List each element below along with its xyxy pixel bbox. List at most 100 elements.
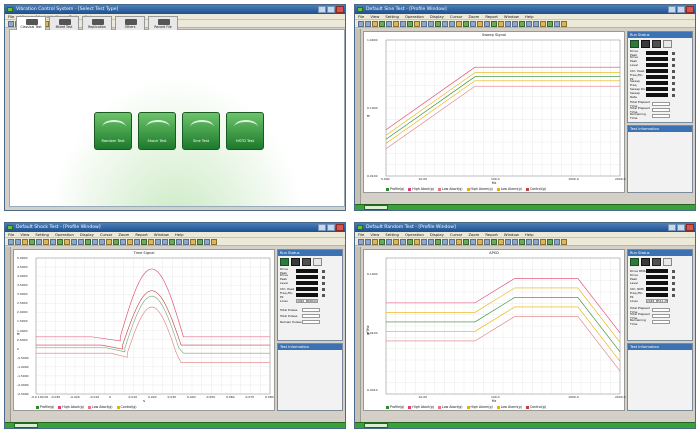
toolbar-icon[interactable] [533, 21, 539, 27]
toolbar-icon[interactable] [29, 239, 35, 245]
menu-item[interactable]: Help [525, 14, 534, 19]
adjust-icon[interactable] [672, 87, 675, 91]
legend-item[interactable]: High Abort(g) [58, 405, 84, 409]
legend-item[interactable]: Control(g) [116, 405, 137, 409]
legend-item[interactable]: Profile(g) [36, 405, 54, 409]
toolbar-icon[interactable] [414, 21, 420, 27]
minimize-button[interactable] [668, 224, 676, 231]
toolbar-icon[interactable] [561, 21, 567, 27]
toolbar-icon[interactable] [379, 21, 385, 27]
legend-item[interactable]: High Abort(g) [408, 187, 434, 191]
toolbar-icon[interactable] [435, 21, 441, 27]
menu-item[interactable]: Operation [55, 232, 74, 237]
toolbar-icon[interactable] [43, 239, 49, 245]
minimize-button[interactable] [318, 224, 326, 231]
maximize-button[interactable] [327, 224, 335, 231]
legend-item[interactable]: Control(g) [525, 187, 546, 191]
legend-item[interactable]: High Abort(g) [408, 405, 434, 409]
toolbar-icon[interactable] [477, 239, 483, 245]
toolbar-icon[interactable] [540, 21, 546, 27]
menu-item[interactable]: Window [504, 232, 519, 237]
menu-item[interactable]: Window [154, 232, 169, 237]
hstd-test-button[interactable]: HSTD Test [226, 112, 264, 150]
menu-item[interactable]: File [8, 232, 14, 237]
adjust-icon[interactable] [672, 51, 675, 55]
toolbar-icon[interactable] [428, 239, 434, 245]
toolbar-icon[interactable] [463, 239, 469, 245]
adjust-icon[interactable] [672, 57, 675, 61]
minimize-button[interactable] [318, 6, 326, 13]
menu-item[interactable]: Zoom [468, 232, 479, 237]
reset-button[interactable] [663, 258, 672, 266]
toolbar-icon[interactable] [372, 21, 378, 27]
menu-item[interactable]: View [370, 14, 379, 19]
menu-item[interactable]: File [358, 232, 364, 237]
toolbar-icon[interactable] [526, 21, 532, 27]
menu-item[interactable]: Report [135, 232, 148, 237]
window-tab[interactable] [14, 423, 38, 428]
toolbar-icon[interactable] [78, 239, 84, 245]
tab-classical-test[interactable]: Classical Test [16, 16, 46, 30]
toolbar-icon[interactable] [526, 239, 532, 245]
adjust-icon[interactable] [672, 275, 675, 279]
menu-item[interactable]: Cursor [100, 232, 112, 237]
pause-button[interactable] [652, 40, 661, 48]
legend-item[interactable]: High Alarm(g) [466, 187, 493, 191]
menu-item[interactable]: Report [485, 232, 498, 237]
adjust-icon[interactable] [672, 281, 675, 285]
toolbar-icon[interactable] [162, 239, 168, 245]
toolbar-icon[interactable] [442, 239, 448, 245]
toolbar-icon[interactable] [169, 239, 175, 245]
toolbar-icon[interactable] [64, 239, 70, 245]
adjust-icon[interactable] [672, 75, 675, 79]
toolbar-icon[interactable] [491, 239, 497, 245]
tab-replication[interactable]: Replication [82, 16, 112, 30]
adjust-icon[interactable] [322, 293, 325, 297]
window-tab[interactable] [364, 423, 388, 428]
toolbar-icon[interactable] [8, 239, 14, 245]
toolbar-icon[interactable] [456, 21, 462, 27]
menu-item[interactable]: Help [525, 232, 534, 237]
start-button[interactable] [630, 258, 639, 266]
toolbar-icon[interactable] [22, 239, 28, 245]
tab-others[interactable]: Others [115, 16, 145, 30]
toolbar-icon[interactable] [141, 239, 147, 245]
toolbar-icon[interactable] [512, 239, 518, 245]
toolbar-icon[interactable] [414, 239, 420, 245]
toolbar-icon[interactable] [372, 239, 378, 245]
menu-item[interactable]: View [20, 232, 29, 237]
start-button[interactable] [280, 258, 289, 266]
toolbar-icon[interactable] [484, 21, 490, 27]
menu-item[interactable]: Operation [405, 232, 424, 237]
sine-test-button[interactable]: Sine Test [182, 112, 220, 150]
toolbar-icon[interactable] [358, 239, 364, 245]
toolbar-icon[interactable] [92, 239, 98, 245]
toolbar-icon[interactable] [540, 239, 546, 245]
toolbar-icon[interactable] [449, 239, 455, 245]
menu-item[interactable]: Display [80, 232, 94, 237]
toolbar-icon[interactable] [183, 239, 189, 245]
toolbar-icon[interactable] [211, 239, 217, 245]
adjust-icon[interactable] [672, 69, 675, 73]
toolbar-icon[interactable] [57, 239, 63, 245]
adjust-icon[interactable] [322, 275, 325, 279]
toolbar-icon[interactable] [421, 239, 427, 245]
toolbar-icon[interactable] [547, 239, 553, 245]
close-button[interactable] [686, 6, 694, 13]
toolbar-icon[interactable] [190, 239, 196, 245]
toolbar-icon[interactable] [456, 239, 462, 245]
toolbar-icon[interactable] [561, 239, 567, 245]
toolbar-icon[interactable] [400, 21, 406, 27]
toolbar-icon[interactable] [365, 239, 371, 245]
toolbar-icon[interactable] [407, 239, 413, 245]
maximize-button[interactable] [677, 224, 685, 231]
toolbar-icon[interactable] [498, 239, 504, 245]
freq-value[interactable]: 80000 [307, 299, 318, 303]
toolbar-icon[interactable] [106, 239, 112, 245]
toolbar-icon[interactable] [470, 21, 476, 27]
toolbar-icon[interactable] [15, 239, 21, 245]
toolbar-icon[interactable] [386, 239, 392, 245]
toolbar-icon[interactable] [155, 239, 161, 245]
toolbar-icon[interactable] [148, 239, 154, 245]
toolbar-icon[interactable] [554, 239, 560, 245]
